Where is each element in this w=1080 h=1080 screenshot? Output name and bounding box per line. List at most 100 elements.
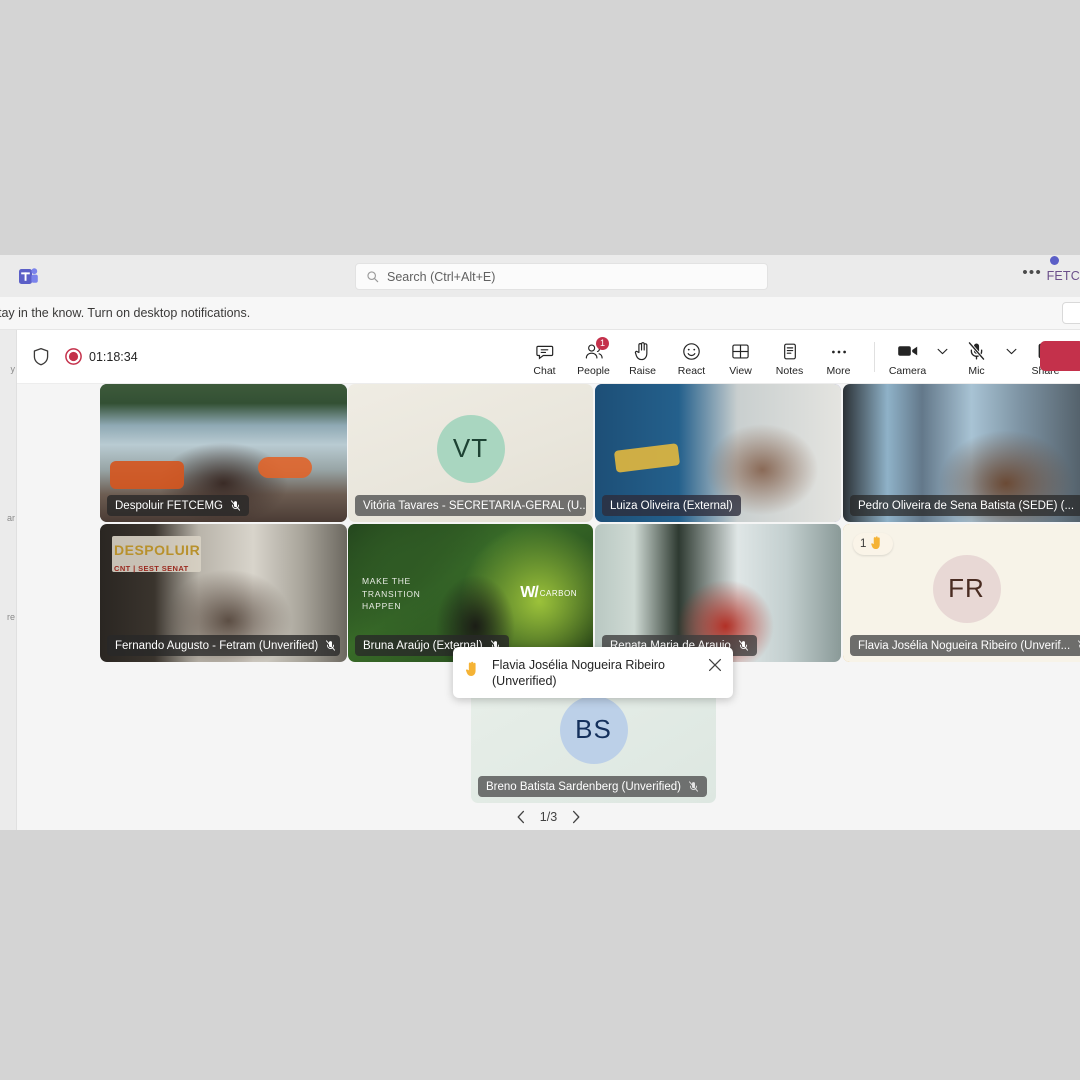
video-tile-luiza-oliveira[interactable]: Luiza Oliveira (External) <box>595 384 841 522</box>
stage-pagination: 1/3 <box>17 810 1080 824</box>
video-watermark-despoluir-sub: CNT | SEST SENAT <box>114 564 189 573</box>
toolbar-label-notes: Notes <box>775 365 804 377</box>
video-watermark-waycarbon-tagline: MAKE THE TRANSITION HAPPEN <box>362 575 420 613</box>
toolbar-label-people: People <box>577 365 610 377</box>
participant-name: Despoluir FETCEMG <box>115 499 223 512</box>
title-bar: Search (Ctrl+Alt+E) ••• FETC <box>0 255 1080 297</box>
video-watermark-waycarbon-logo: W/ CARBON <box>520 584 577 602</box>
chat-icon <box>535 340 554 362</box>
notes-icon <box>781 340 799 362</box>
participant-name-bar: Breno Batista Sardenberg (Unverified) <box>478 776 707 797</box>
rail-fragment-3: re <box>6 612 15 622</box>
avatar: FR <box>932 554 1001 623</box>
presence-indicator <box>1050 256 1059 265</box>
more-ellipsis-icon <box>829 340 849 362</box>
raised-hand-emoji-icon <box>870 535 884 554</box>
participant-name: Flavia Josélia Nogueira Ribeiro (Unverif… <box>858 639 1071 652</box>
toast-message: Flavia Josélia Nogueira Ribeiro (Unverif… <box>492 657 665 689</box>
toolbar-button-camera[interactable]: Camera <box>883 336 932 377</box>
participant-name: Vitória Tavares - SECRETARIA-GERAL (U... <box>363 499 586 512</box>
toolbar-button-mic[interactable]: Mic <box>952 336 1001 377</box>
account-initials[interactable]: FETC <box>1047 269 1080 283</box>
rail-fragment-2: ar <box>6 513 15 523</box>
teams-logo-icon <box>18 266 39 287</box>
notification-banner: tay in the know. Turn on desktop notific… <box>0 297 1080 330</box>
avatar-initials: FR <box>948 573 985 604</box>
participant-name-bar: Pedro Oliveira de Sena Batista (SEDE) (.… <box>850 495 1080 516</box>
mic-chevron-down-icon[interactable] <box>1001 336 1021 355</box>
participant-name-bar: Fernando Augusto - Fetram (Unverified) <box>107 635 340 656</box>
participant-name-bar: Despoluir FETCEMG <box>107 495 249 516</box>
toolbar-primary-actions: Chat 1 People Raise React View Notes Mor… <box>520 336 863 377</box>
close-icon[interactable] <box>708 658 722 677</box>
toolbar-divider <box>874 342 875 372</box>
toolbar-label-more: More <box>826 365 851 377</box>
toolbar-button-notes[interactable]: Notes <box>765 336 814 377</box>
avatar: BS <box>559 695 628 764</box>
people-unread-badge: 1 <box>596 337 609 350</box>
raise-hand-icon <box>634 340 651 362</box>
search-placeholder: Search (Ctrl+Alt+E) <box>387 269 496 284</box>
video-tile-despoluir-fetcemg[interactable]: Despoluir FETCEMG <box>100 384 347 522</box>
avatar: VT <box>436 414 505 483</box>
toolbar-button-people[interactable]: 1 People <box>569 336 618 377</box>
video-tile-pedro-oliveira[interactable]: Pedro Oliveira de Sena Batista (SEDE) (.… <box>843 384 1080 522</box>
tagline-line-2: TRANSITION <box>362 588 421 599</box>
raised-hand-emoji-icon <box>465 660 480 680</box>
waycarbon-mark: W/ <box>520 584 539 601</box>
chevron-left-icon[interactable] <box>516 810 526 824</box>
toolbar-button-raise[interactable]: Raise <box>618 336 667 377</box>
camera-chevron-down-icon[interactable] <box>932 336 952 355</box>
toast-participant-status: (Unverified) <box>492 674 557 688</box>
teams-window: Search (Ctrl+Alt+E) ••• FETC tay in the … <box>0 255 1080 830</box>
ellipsis-icon[interactable]: ••• <box>1022 265 1042 280</box>
hangup-button[interactable] <box>1040 341 1080 371</box>
video-tile-flavia-joselia[interactable]: 1 FR Flavia Josélia Nogueira Ribeiro (Un… <box>843 524 1080 662</box>
toolbar-label-camera: Camera <box>888 365 927 377</box>
toolbar-label-view: View <box>729 365 752 377</box>
video-tile-fernando-augusto[interactable]: DESPOLUIR CNT | SEST SENAT Fernando Augu… <box>100 524 347 662</box>
toolbar-label-chat: Chat <box>533 365 556 377</box>
participant-name: Fernando Augusto - Fetram (Unverified) <box>115 639 319 652</box>
chevron-right-icon[interactable] <box>571 810 581 824</box>
waycarbon-wordmark: CARBON <box>539 588 577 598</box>
mic-muted-icon <box>967 340 986 362</box>
raised-hand-toast[interactable]: Flavia Josélia Nogueira Ribeiro (Unverif… <box>453 647 733 698</box>
toolbar-label-react: React <box>677 365 706 377</box>
app-left-rail[interactable]: y ar re <box>0 330 17 830</box>
toolbar-button-more[interactable]: More <box>814 336 863 377</box>
participant-name: Breno Batista Sardenberg (Unverified) <box>486 780 681 793</box>
video-tile-vitoria-tavares[interactable]: VT Vitória Tavares - SECRETARIA-GERAL (U… <box>348 384 593 522</box>
banner-text: tay in the know. Turn on desktop notific… <box>0 306 251 320</box>
avatar-initials: VT <box>452 433 489 464</box>
participant-name-bar: Vitória Tavares - SECRETARIA-GERAL (U... <box>355 495 586 516</box>
view-grid-icon <box>731 340 750 362</box>
toolbar-button-chat[interactable]: Chat <box>520 336 569 377</box>
mic-muted-icon <box>325 639 336 652</box>
toolbar-button-react[interactable]: React <box>667 336 716 377</box>
camera-icon <box>897 340 919 362</box>
raised-hand-count: 1 <box>860 538 867 550</box>
video-tile-renata-maria[interactable]: Renata Maria de Araujo <box>595 524 841 662</box>
video-tile-bruna-araujo[interactable]: MAKE THE TRANSITION HAPPEN W/ CARBON Bru… <box>348 524 593 662</box>
tagline-line-3: HAPPEN <box>362 601 402 611</box>
avatar-initials: BS <box>575 714 612 745</box>
react-emoji-icon <box>682 340 701 362</box>
participant-name: Pedro Oliveira de Sena Batista (SEDE) (.… <box>858 499 1075 512</box>
desktop-backdrop: Search (Ctrl+Alt+E) ••• FETC tay in the … <box>0 0 1080 1080</box>
toast-participant-name: Flavia Josélia Nogueira Ribeiro <box>492 658 665 672</box>
shield-icon[interactable] <box>32 347 50 366</box>
search-input[interactable]: Search (Ctrl+Alt+E) <box>355 263 768 290</box>
mic-muted-icon <box>738 639 749 652</box>
search-icon <box>366 270 379 283</box>
mic-muted-icon <box>688 780 699 793</box>
rail-fragment-1: y <box>10 364 16 374</box>
meeting-timer: 01:18:34 <box>89 350 138 364</box>
video-stage: Despoluir FETCEMG VT Vitória Tavares - S… <box>17 384 1080 830</box>
toolbar-button-view[interactable]: View <box>716 336 765 377</box>
banner-action-button[interactable] <box>1062 302 1080 324</box>
page-indicator: 1/3 <box>539 810 558 824</box>
raised-hand-badge: 1 <box>853 533 893 555</box>
record-icon[interactable] <box>65 348 82 365</box>
participant-name-bar: Luiza Oliveira (External) <box>602 495 741 516</box>
